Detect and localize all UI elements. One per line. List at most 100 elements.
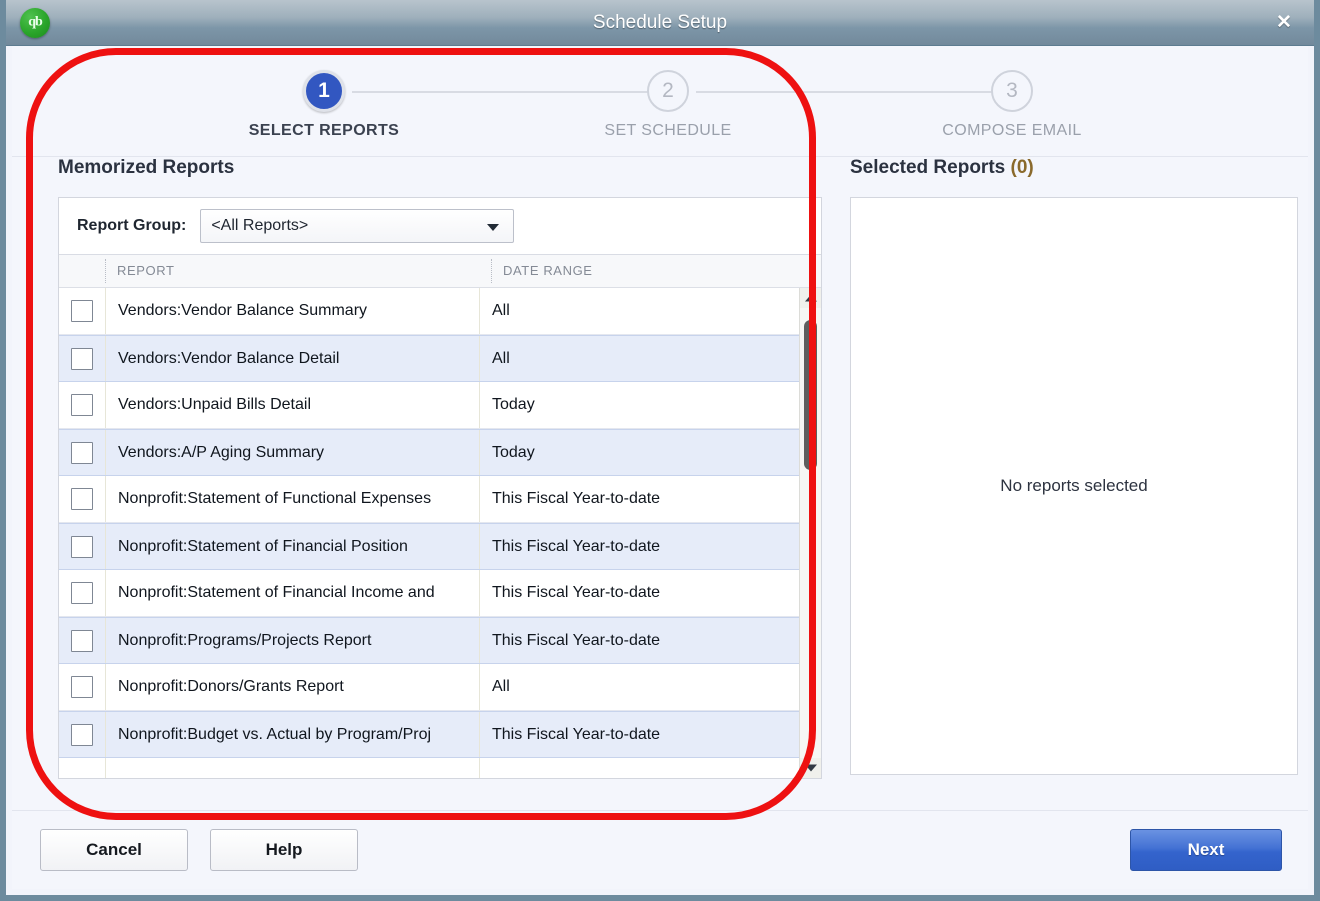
row-checkbox[interactable] [71,300,93,322]
step-3-compose-email[interactable]: 3 COMPOSE EMAIL [902,70,1122,140]
reports-table-body: Vendors:Vendor Balance Summary All Vendo… [59,288,799,778]
reports-table-body-wrapper: Vendors:Vendor Balance Summary All Vendo… [59,288,821,778]
step-3-number: 3 [991,70,1033,112]
row-checkbox[interactable] [71,536,93,558]
column-header-date-range[interactable]: DATE RANGE [491,255,803,287]
selected-reports-empty-message: No reports selected [851,476,1297,496]
row-checkbox-cell [59,724,105,746]
cell-date-range: This Fiscal Year-to-date [479,476,779,522]
memorized-reports-pane: Memorized Reports Report Group: <All Rep… [58,157,822,779]
report-group-value: <All Reports> [211,210,308,242]
report-group-bar: Report Group: <All Reports> [59,198,821,255]
cell-report-name: Vendors:Vendor Balance Detail [105,336,479,381]
row-checkbox-cell [59,442,105,464]
panes-container: Memorized Reports Report Group: <All Rep… [12,157,1308,811]
scroll-up-arrow-icon[interactable] [800,288,821,308]
cell-report-name: Nonprofit:Statement of Financial Income … [105,570,479,616]
cell-report-name: Nonprofit:Donors/Grants Report [105,664,479,710]
stepper-connector-1-2 [352,91,656,93]
step-1-select-reports[interactable]: 1 SELECT REPORTS [214,70,434,140]
cell-report-name: Vendors:Unpaid Bills Detail [105,382,479,428]
row-checkbox[interactable] [71,394,93,416]
row-checkbox-cell [59,488,105,510]
dialog-titlebar: Schedule Setup ✕ [6,0,1314,46]
scrollbar-thumb[interactable] [804,320,817,470]
row-checkbox-cell [59,394,105,416]
row-checkbox-cell [59,630,105,652]
screenshot-root: Schedule Setup ✕ 1 SELECT REPORTS 2 SET … [0,0,1320,901]
cancel-button[interactable]: Cancel [40,829,188,871]
cell-report-name: Nonprofit:Statement of Financial Positio… [105,524,479,569]
wizard-stepper: 1 SELECT REPORTS 2 SET SCHEDULE 3 COMPOS… [12,46,1308,157]
table-row-partial[interactable] [59,758,799,778]
cell-report-name: Vendors:A/P Aging Summary [105,430,479,475]
cell-report-name: Nonprofit:Budget vs. Actual by Program/P… [105,712,479,757]
cell-report-name: Nonprofit:Programs/Projects Report [105,618,479,663]
cell-date-range: This Fiscal Year-to-date [479,524,779,569]
row-checkbox-cell [59,348,105,370]
table-row[interactable]: Nonprofit:Statement of Financial Income … [59,570,799,617]
cell-date-range: This Fiscal Year-to-date [479,712,779,757]
chevron-down-icon [487,224,499,231]
table-row[interactable]: Vendors:A/P Aging Summary Today [59,429,799,476]
reports-table-scrollbar[interactable] [799,288,821,778]
cell-date-range: Today [479,382,779,428]
memorized-reports-title: Memorized Reports [58,157,822,179]
step-2-number: 2 [647,70,689,112]
cell-report-name [105,758,479,778]
step-2-label: SET SCHEDULE [558,122,778,140]
cell-date-range: All [479,336,779,381]
cell-date-range: This Fiscal Year-to-date [479,570,779,616]
help-button[interactable]: Help [210,829,358,871]
row-checkbox[interactable] [71,724,93,746]
reports-table-header: REPORT DATE RANGE [59,255,821,288]
cell-date-range: All [479,288,779,334]
memorized-reports-frame: Report Group: <All Reports> REPORT DATE … [58,197,822,779]
table-row[interactable]: Nonprofit:Statement of Functional Expens… [59,476,799,523]
cell-report-name: Vendors:Vendor Balance Summary [105,288,479,334]
step-2-set-schedule[interactable]: 2 SET SCHEDULE [558,70,778,140]
header-checkbox-spacer [59,255,105,287]
selected-reports-count: (0) [1011,157,1034,178]
column-header-report[interactable]: REPORT [105,255,491,287]
stepper-connector-2-3 [696,91,996,93]
scroll-down-arrow-icon[interactable] [800,758,821,778]
dialog-body: 1 SELECT REPORTS 2 SET SCHEDULE 3 COMPOS… [12,46,1308,889]
schedule-setup-dialog: Schedule Setup ✕ 1 SELECT REPORTS 2 SET … [0,0,1320,901]
report-group-select[interactable]: <All Reports> [200,209,514,243]
cell-report-name: Nonprofit:Statement of Functional Expens… [105,476,479,522]
table-row[interactable]: Nonprofit:Budget vs. Actual by Program/P… [59,711,799,758]
row-checkbox-cell [59,676,105,698]
cell-date-range: All [479,664,779,710]
close-icon[interactable]: ✕ [1272,12,1296,36]
report-group-label: Report Group: [77,217,186,235]
table-row[interactable]: Nonprofit:Programs/Projects Report This … [59,617,799,664]
table-row[interactable]: Nonprofit:Donors/Grants Report All [59,664,799,711]
row-checkbox[interactable] [71,348,93,370]
step-1-number: 1 [303,70,345,112]
dialog-footer: Cancel Help Next [12,810,1308,889]
table-row[interactable]: Vendors:Unpaid Bills Detail Today [59,382,799,429]
selected-reports-pane: Selected Reports (0) No reports selected [850,157,1298,775]
row-checkbox[interactable] [71,582,93,604]
row-checkbox[interactable] [71,630,93,652]
selected-reports-title: Selected Reports (0) [850,157,1298,179]
table-row[interactable]: Nonprofit:Statement of Financial Positio… [59,523,799,570]
cell-date-range [479,758,779,778]
row-checkbox[interactable] [71,488,93,510]
cell-date-range: Today [479,430,779,475]
step-3-label: COMPOSE EMAIL [902,122,1122,140]
row-checkbox[interactable] [71,676,93,698]
selected-reports-label: Selected Reports [850,157,1005,178]
step-1-label: SELECT REPORTS [214,122,434,140]
next-button[interactable]: Next [1130,829,1282,871]
cell-date-range: This Fiscal Year-to-date [479,618,779,663]
selected-reports-list[interactable]: No reports selected [850,197,1298,775]
row-checkbox-cell [59,582,105,604]
table-row[interactable]: Vendors:Vendor Balance Summary All [59,288,799,335]
table-row[interactable]: Vendors:Vendor Balance Detail All [59,335,799,382]
row-checkbox-cell [59,300,105,322]
row-checkbox-cell [59,536,105,558]
dialog-title: Schedule Setup [6,0,1314,45]
row-checkbox[interactable] [71,442,93,464]
